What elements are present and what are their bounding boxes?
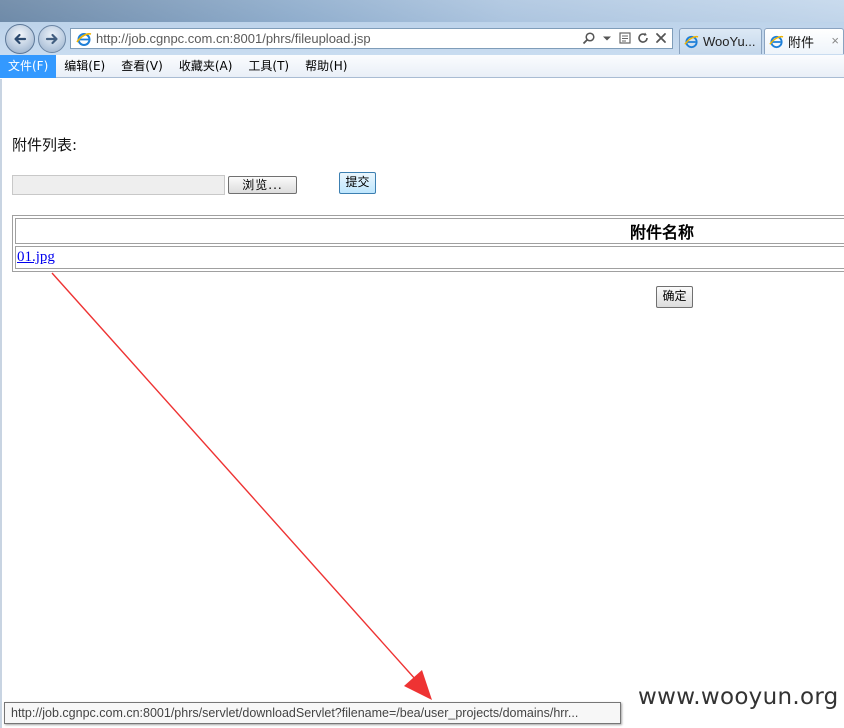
dropdown-icon[interactable]: [600, 31, 614, 45]
status-url-tooltip: http://job.cgnpc.com.cn:8001/phrs/servle…: [4, 702, 621, 724]
window-left-edge: [0, 79, 2, 728]
confirm-button[interactable]: 确定: [656, 286, 693, 308]
submit-button[interactable]: 提交: [339, 172, 376, 194]
compat-view-icon[interactable]: [618, 31, 632, 45]
ie-page-icon: [769, 35, 784, 49]
forward-button[interactable]: [38, 25, 66, 53]
menu-help[interactable]: 帮助(H): [297, 55, 355, 78]
menu-edit[interactable]: 编辑(E): [56, 55, 113, 78]
table-row: 01.jpg: [15, 246, 844, 269]
page-viewport: 附件列表: 浏览... 提交 附件名称 01.jpg 确定: [0, 79, 844, 728]
watermark: www.wooyun.org: [638, 684, 839, 710]
address-bar[interactable]: http://job.cgnpc.com.cn:8001/phrs/fileup…: [70, 28, 673, 49]
menu-file[interactable]: 文件(F): [0, 54, 57, 78]
ie-page-icon: [76, 32, 92, 46]
menu-bar: 文件(F) 编辑(E) 查看(V) 收藏夹(A) 工具(T) 帮助(H): [0, 54, 844, 78]
tab-label: WooYu...: [703, 34, 756, 49]
refresh-icon[interactable]: [636, 31, 650, 45]
column-header-attachment-name: 附件名称: [15, 218, 844, 244]
menu-favorites[interactable]: 收藏夹(A): [171, 55, 241, 78]
table-cell: 01.jpg: [15, 246, 844, 269]
back-arrow-icon: [14, 33, 27, 45]
menu-view[interactable]: 查看(V): [113, 55, 171, 78]
menu-tools[interactable]: 工具(T): [240, 55, 297, 78]
browser-toolbar: http://job.cgnpc.com.cn:8001/phrs/fileup…: [0, 0, 844, 55]
tab-wooyun[interactable]: WooYu...: [679, 28, 762, 54]
address-url[interactable]: http://job.cgnpc.com.cn:8001/phrs/fileup…: [96, 31, 371, 46]
table-header-row: 附件名称: [15, 218, 844, 244]
forward-arrow-icon: [45, 33, 58, 45]
search-icon[interactable]: [582, 31, 596, 45]
close-icon[interactable]: ×: [831, 33, 839, 48]
file-path-input[interactable]: [12, 175, 225, 195]
file-download-link[interactable]: 01.jpg: [16, 247, 56, 268]
browse-button[interactable]: 浏览...: [228, 176, 297, 194]
attachment-table: 附件名称 01.jpg: [12, 215, 844, 272]
back-button[interactable]: [5, 24, 35, 54]
tab-attachment[interactable]: 附件 ×: [764, 28, 844, 54]
title-strip: [0, 0, 844, 22]
ie-page-icon: [684, 35, 699, 49]
attachment-list-label: 附件列表:: [12, 136, 78, 154]
tab-label: 附件: [788, 35, 815, 50]
stop-icon[interactable]: [654, 31, 668, 45]
